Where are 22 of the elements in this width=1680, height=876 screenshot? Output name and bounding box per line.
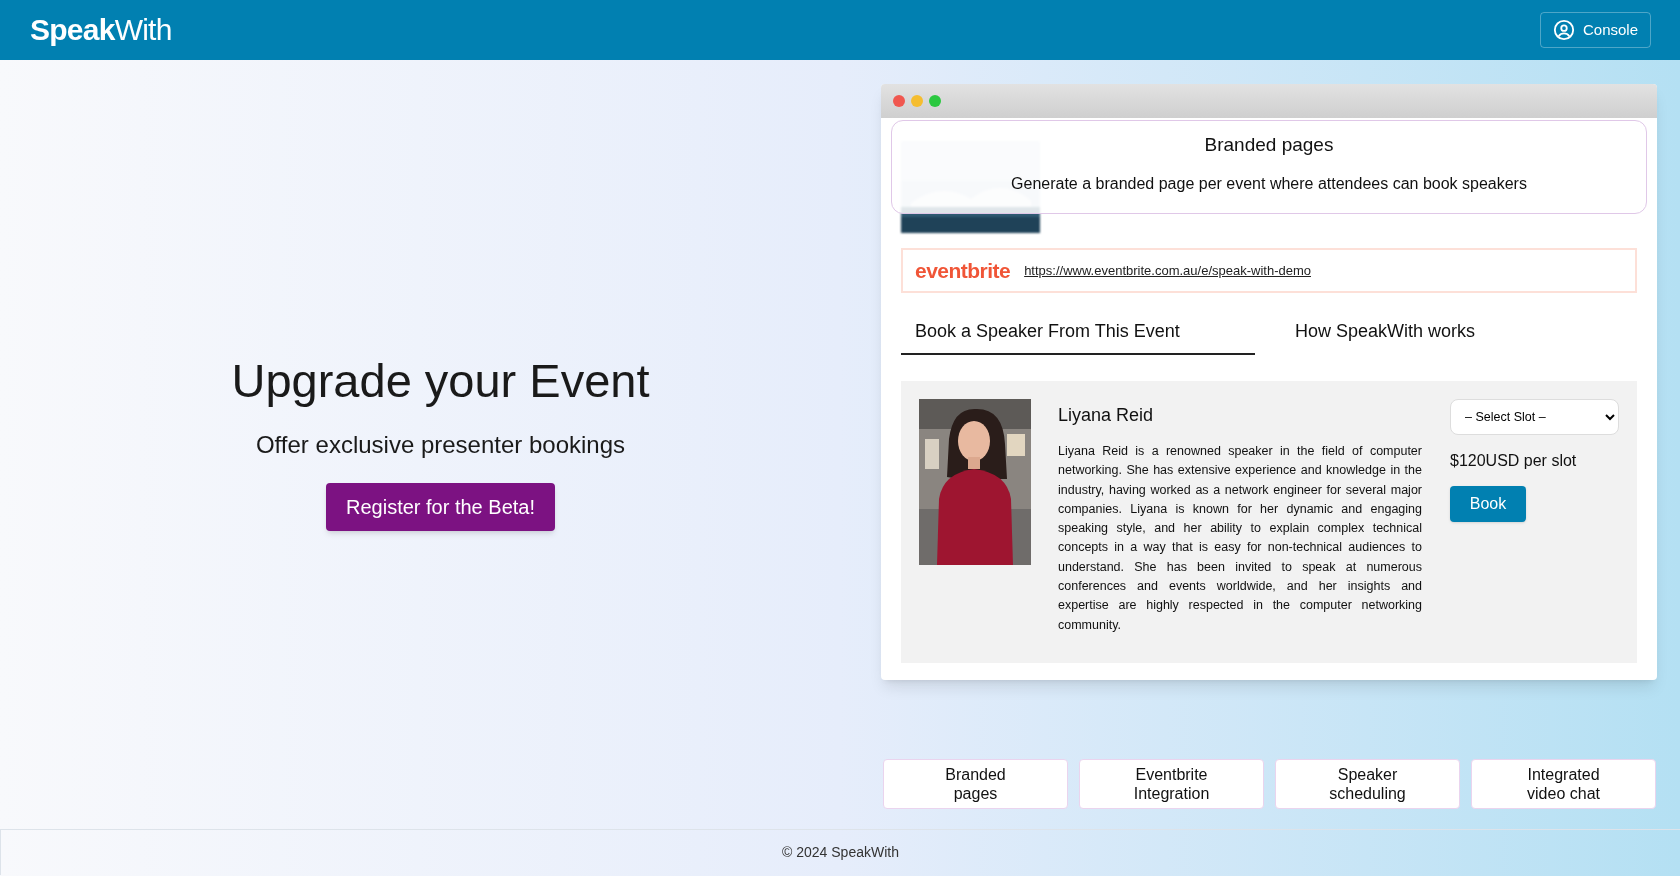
copyright: © 2024 SpeakWith [782,843,899,862]
speaker-name: Liyana Reid [1058,404,1155,427]
feature-button[interactable]: Eventbrite Integration [1079,759,1264,809]
overlay-title: Branded pages [1204,133,1334,157]
tab[interactable]: Book a Speaker From This Event [901,309,1255,355]
user-icon [1552,19,1575,41]
feature-button[interactable]: Speaker scheduling [1275,759,1460,809]
register-button[interactable]: Register for the Beta! [326,482,555,531]
book-button[interactable]: Book [1450,486,1526,522]
speaker-bio: Liyana Reid is a renowned speaker in the field of computer networking. She has extensive experience and knowledge in the industry, having worked as a network engineer for several major companies. Liyana is known for her dynamic and engaging speaking style, and her ability to explain complex technical concepts in a way that is easy for non-technical audiences to understand. She has been invited to speak at numerous conferences and events worldwide, and her insights and expertise are highly respected in the computer networking community. [1058,443,1422,634]
event-link[interactable]: https://www.eventbrite.com.au/e/speak-with-demo [1024,260,1311,281]
feature-button[interactable]: Branded pages [883,759,1068,809]
tab[interactable]: How SpeakWith works [1255,309,1609,355]
hero-subtitle: Offer exclusive presenter bookings [255,429,626,460]
logo[interactable]: SpeakWith [30,15,172,45]
hero-title: Upgrade your Event [231,353,650,410]
eventbrite-logo: eventbrite [915,257,1011,284]
price: $120USD per slot [1450,451,1577,471]
overlay-description: Generate a branded page per event where attendees can book speakers [1011,173,1527,194]
feature-button[interactable]: Integrated video chat [1471,759,1656,809]
slot-select[interactable]: – Select Slot – [1450,399,1619,435]
console-button[interactable]: Console [1539,12,1651,48]
